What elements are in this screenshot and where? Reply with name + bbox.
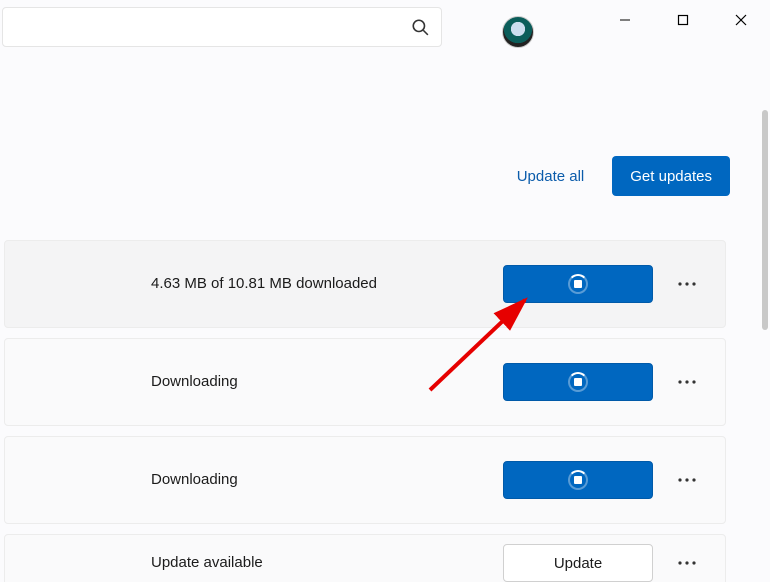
maximize-button[interactable] xyxy=(654,0,712,40)
updates-list: 4.63 MB of 10.81 MB downloaded Downloadi… xyxy=(4,240,726,582)
close-button[interactable] xyxy=(712,0,770,40)
progress-spinner-icon xyxy=(568,274,588,294)
update-all-link[interactable]: Update all xyxy=(517,168,585,185)
status-text: 4.63 MB of 10.81 MB downloaded xyxy=(151,274,377,294)
vertical-scrollbar[interactable] xyxy=(762,110,768,330)
more-options-button[interactable] xyxy=(671,464,703,496)
stop-download-button[interactable] xyxy=(503,265,653,303)
more-options-button[interactable] xyxy=(671,366,703,398)
update-row: Update available Update xyxy=(4,534,726,582)
content-area: Update all Get updates 4.63 MB of 10.81 … xyxy=(0,48,770,582)
app-window: Update all Get updates 4.63 MB of 10.81 … xyxy=(0,0,770,582)
progress-spinner-icon xyxy=(568,470,588,490)
get-updates-button[interactable]: Get updates xyxy=(612,156,730,196)
progress-spinner-icon xyxy=(568,372,588,392)
more-options-button[interactable] xyxy=(671,268,703,300)
stop-download-button[interactable] xyxy=(503,461,653,499)
profile-avatar[interactable] xyxy=(502,16,534,48)
search-icon[interactable] xyxy=(411,18,429,36)
update-row: Downloading xyxy=(4,338,726,426)
search-box[interactable] xyxy=(2,7,442,47)
top-actions: Update all Get updates xyxy=(517,156,730,196)
more-options-button[interactable] xyxy=(671,547,703,579)
search-input[interactable] xyxy=(3,9,383,45)
update-row: 4.63 MB of 10.81 MB downloaded xyxy=(4,240,726,328)
stop-download-button[interactable] xyxy=(503,363,653,401)
minimize-button[interactable] xyxy=(596,0,654,40)
update-row: Downloading xyxy=(4,436,726,524)
title-bar xyxy=(0,0,770,48)
window-controls xyxy=(596,0,770,40)
status-text: Update available xyxy=(151,553,263,573)
status-text: Downloading xyxy=(151,372,238,392)
status-text: Downloading xyxy=(151,470,238,490)
update-button[interactable]: Update xyxy=(503,544,653,582)
